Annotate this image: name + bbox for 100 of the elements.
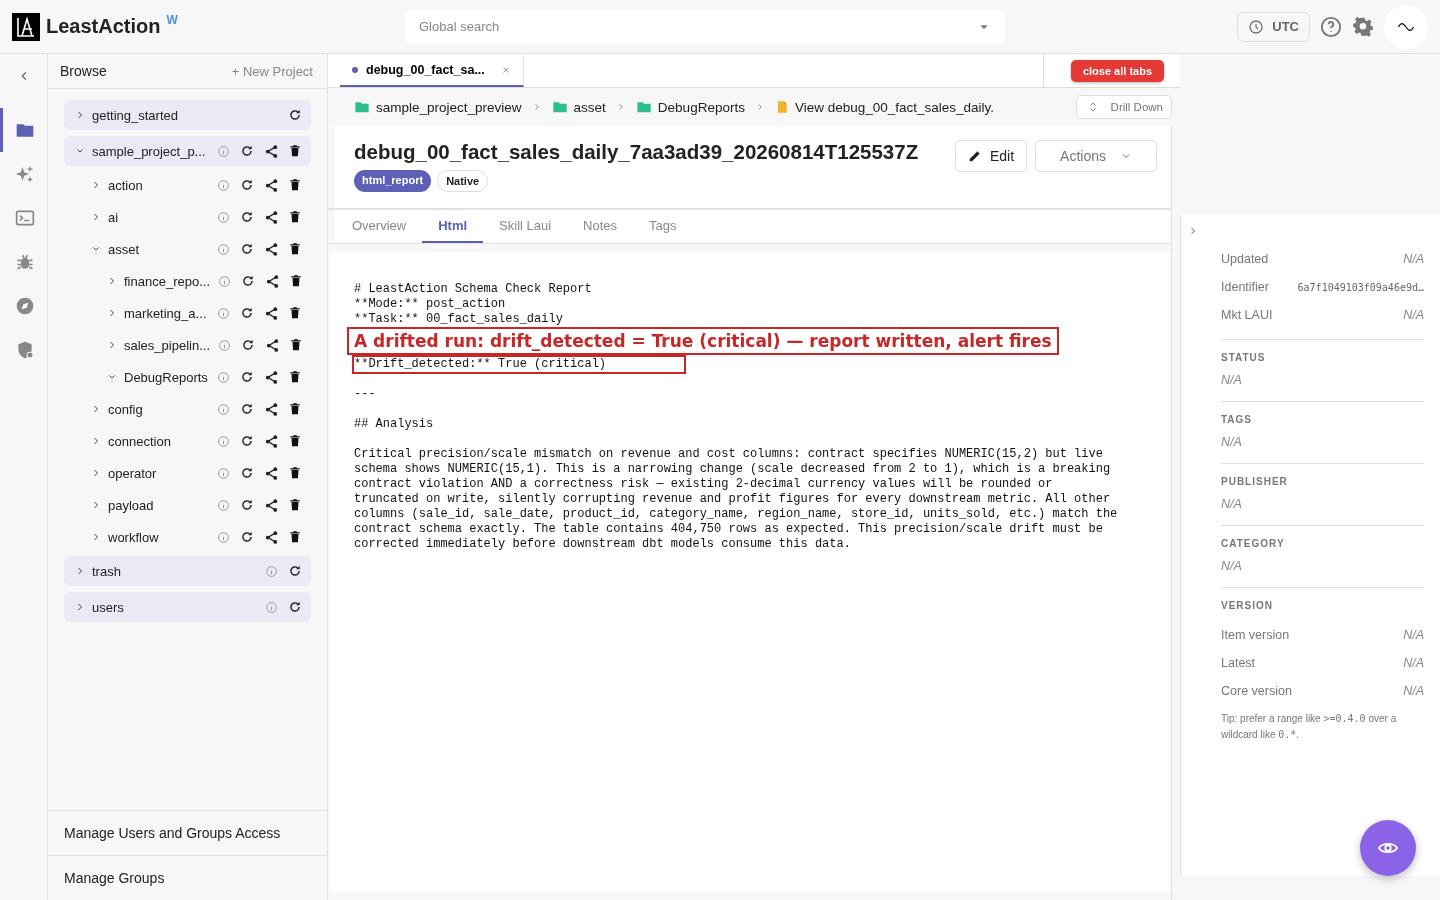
report-line: **Mode:** post_action	[354, 297, 506, 312]
trash-icon	[288, 530, 302, 544]
tree-item[interactable]: trash	[64, 556, 311, 586]
folder-icon	[354, 99, 370, 115]
content-tab[interactable]: Overview	[336, 210, 423, 243]
breadcrumb-link[interactable]: sample_project_preview	[376, 99, 522, 115]
logo-icon	[12, 12, 40, 41]
tree-item[interactable]: workflow	[64, 521, 311, 553]
tree-item[interactable]: connection	[64, 425, 311, 457]
actions-dropdown[interactable]: Actions	[1035, 140, 1157, 172]
tree-item-label: payload	[108, 497, 155, 513]
folder-icon	[635, 99, 652, 115]
trash-icon	[288, 306, 302, 320]
field-label: Item version	[1221, 628, 1290, 642]
pencil-icon	[967, 149, 982, 163]
source-tag: Native	[437, 170, 489, 192]
trash-icon	[288, 402, 302, 416]
info-icon	[217, 274, 231, 288]
type-tag: html_report	[354, 170, 432, 192]
tree-item-label: config	[108, 401, 144, 417]
share-icon	[263, 369, 279, 385]
annotation-callout: A drifted run: drift_detected = True (critical) — report written, alert fires	[347, 327, 1059, 355]
trash-icon	[288, 466, 302, 480]
field-label: Identifier	[1221, 280, 1269, 294]
tree-item[interactable]: finance_repo...	[64, 265, 311, 297]
content-tab[interactable]: Notes	[567, 210, 634, 243]
info-icon	[216, 178, 230, 192]
report-line: # LeastAction Schema Check Report	[354, 282, 592, 297]
refresh-icon	[240, 370, 254, 384]
tree-item[interactable]: ai	[64, 201, 311, 233]
section-value: N/A	[1221, 559, 1243, 573]
tree-item[interactable]: marketing_a...	[64, 297, 311, 329]
content-tab[interactable]: Skill Laui	[483, 210, 568, 243]
search-field[interactable]: Global search	[405, 9, 1005, 44]
field-label: Mkt LAUI	[1221, 308, 1273, 322]
tree-item[interactable]: action	[64, 169, 311, 201]
info-icon	[216, 306, 230, 320]
content-tab[interactable]: Tags	[633, 210, 693, 243]
share-icon	[263, 177, 279, 193]
info-icon	[216, 242, 230, 256]
trash-icon	[288, 434, 302, 448]
refresh-icon	[240, 498, 254, 512]
tree-item[interactable]: payload	[64, 489, 311, 521]
share-icon	[263, 433, 279, 449]
document-tab[interactable]: debug_00_fact_sa...	[340, 55, 524, 87]
close-all-tabs-button[interactable]: close all tabs	[1070, 59, 1164, 82]
refresh-icon	[241, 274, 255, 288]
section-value: N/A	[1221, 497, 1243, 511]
refresh-icon	[240, 210, 254, 224]
share-icon	[263, 241, 279, 257]
tree-item-label: workflow	[108, 529, 160, 545]
section-value: N/A	[1221, 435, 1243, 449]
tree-item-label: getting_started	[92, 107, 179, 123]
help-icon[interactable]	[1320, 15, 1342, 38]
share-icon	[263, 209, 279, 225]
highlighted-line: **Drift_detected:** True (critical)	[354, 357, 684, 372]
refresh-icon	[240, 178, 254, 192]
tree-item-label: sales_pipelin...	[124, 337, 210, 353]
tree-item-label: operator	[108, 465, 158, 481]
breadcrumb-link[interactable]: View debug_00_fact_sales_daily.	[794, 99, 995, 115]
tree-item-label: action	[108, 177, 144, 193]
trash-icon	[288, 210, 302, 224]
info-icon	[264, 600, 278, 614]
tree-item[interactable]: operator	[64, 457, 311, 489]
edit-button[interactable]: Edit	[954, 140, 1028, 172]
tree-item[interactable]: DebugReports	[64, 361, 311, 393]
share-icon	[263, 465, 279, 481]
manage-link[interactable]: Manage Groups	[48, 855, 327, 900]
share-icon	[263, 143, 279, 159]
trash-icon	[288, 370, 302, 384]
drill-down-button[interactable]: Drill Down	[1075, 95, 1172, 119]
info-icon	[216, 144, 230, 158]
report-paragraph: Critical precision/scale mismatch on revenue and cost columns: contract specifies NUMERIC(15,2) but live schema shows NUMERIC(15,1). This is a narrowing change (scale decreased from 2 to 1), which is a breaking contract violation AND a correctness risk — existing 2-decimal currency values will be rounded or truncated on write, silently corrupting revenue and profit figures for every downstream metric. All other columns (sale_id, sale_date, product_id, category_name, region_name, store_id, units_sold, etc.) match the contract schema exactly. The table contains 404,750 rows as expected. This precision/scale drift must be corrected immediately before downstream dbt models consume this data.	[354, 447, 1119, 552]
refresh-icon	[240, 242, 254, 256]
section-heading: PUBLISHER	[1221, 476, 1289, 487]
section-heading: TAGS	[1221, 414, 1254, 425]
tree-item-label: asset	[108, 241, 141, 257]
document-title: debug_00_fact_sales_daily_7aa3ad39_20260814T125537Z	[354, 140, 920, 164]
tree-item[interactable]: getting_started	[64, 100, 311, 130]
field-label: Latest	[1221, 656, 1256, 670]
timezone-button[interactable]: UTC	[1237, 11, 1310, 42]
trash-icon	[289, 274, 303, 288]
tree-item[interactable]: users	[64, 592, 311, 622]
tree-item[interactable]: sample_project_p...	[64, 136, 311, 166]
settings-icon[interactable]	[1352, 15, 1374, 38]
manage-link[interactable]: Manage Users and Groups Access	[48, 810, 327, 855]
section-heading: VERSION	[1221, 600, 1274, 611]
info-icon	[216, 434, 230, 448]
tree-item[interactable]: asset	[64, 233, 311, 265]
trash-icon	[288, 144, 302, 158]
info-icon	[217, 338, 231, 352]
breadcrumb-link[interactable]: DebugReports	[657, 99, 745, 115]
field-label: Updated	[1221, 252, 1269, 266]
tree-item[interactable]: config	[64, 393, 311, 425]
share-icon	[264, 273, 280, 289]
field-value: N/A	[1403, 656, 1424, 670]
brand-name: LeastAction	[46, 14, 161, 38]
breadcrumb-link[interactable]: asset	[573, 99, 606, 115]
tree-item[interactable]: sales_pipelin...	[64, 329, 311, 361]
report-line: ## Analysis	[354, 417, 434, 432]
